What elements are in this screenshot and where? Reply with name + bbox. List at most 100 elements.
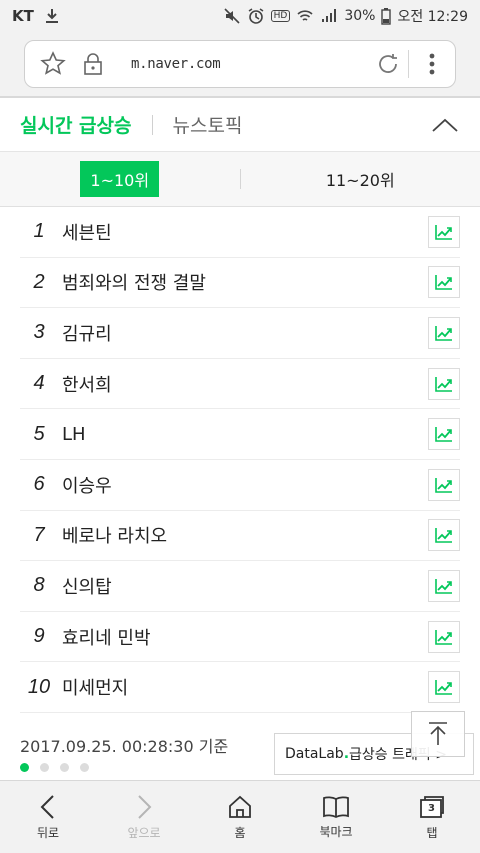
nav-home[interactable]: 홈 — [192, 781, 288, 853]
trend-chart-button[interactable] — [428, 468, 460, 501]
rank-row[interactable]: 4 한서희 — [20, 359, 460, 410]
topic-header: 실시간 급상승 뉴스토픽 — [0, 98, 480, 152]
tab-realtime-rising[interactable]: 실시간 급상승 — [20, 111, 132, 138]
trend-chart-button[interactable] — [428, 671, 460, 704]
nav-home-label: 홈 — [234, 825, 246, 840]
trend-chart-button[interactable] — [428, 519, 460, 552]
rank-row[interactable]: 1 세븐틴 — [20, 207, 460, 258]
rank-row[interactable]: 5 LH — [20, 409, 460, 460]
trend-chart-button[interactable] — [428, 316, 460, 349]
trend-chart-icon — [435, 325, 452, 341]
alarm-icon — [247, 7, 265, 25]
rank-number: 10 — [27, 675, 51, 698]
rank-row[interactable]: 7 베로나 라치오 — [20, 511, 460, 562]
hd-icon: HD — [270, 10, 291, 22]
page-dot[interactable] — [40, 763, 49, 772]
rank-number: 5 — [33, 422, 45, 445]
timestamp: 2017.09.25. 00:28:30 기준 — [20, 737, 229, 756]
tab-rank-11-20-label: 11~20위 — [325, 171, 395, 190]
bookmark-star-icon[interactable] — [33, 44, 73, 84]
trend-chart-button[interactable] — [428, 266, 460, 299]
scroll-to-top-button[interactable] — [411, 711, 465, 757]
rank-number: 2 — [33, 270, 45, 293]
trend-chart-button[interactable] — [428, 569, 460, 602]
tab-count: 3 — [428, 802, 435, 814]
datalab-brand: DataLab — [285, 746, 344, 762]
tabs-icon: 3 — [418, 794, 446, 820]
tab-rank-1-10-label: 1~10위 — [80, 161, 160, 197]
home-icon — [227, 794, 253, 820]
carrier-label: KT — [12, 7, 34, 25]
rank-row[interactable]: 8 신의탑 — [20, 561, 460, 612]
rank-keyword[interactable]: 한서희 — [58, 371, 428, 397]
status-bar: KT HD 30% 오전 12:29 — [0, 0, 480, 32]
nav-tabs[interactable]: 3 탭 — [384, 781, 480, 853]
bottom-nav: 뒤로 앞으로 홈 북마크 3 탭 — [0, 780, 480, 853]
trend-chart-icon — [435, 578, 452, 594]
arrow-up-icon — [426, 721, 450, 747]
reload-icon[interactable] — [368, 44, 408, 84]
nav-forward-label: 앞으로 — [127, 825, 161, 840]
page-dot[interactable] — [80, 763, 89, 772]
rank-number: 6 — [33, 473, 45, 496]
clock: 오전 12:29 — [397, 9, 468, 25]
rank-keyword[interactable]: 이승우 — [58, 472, 428, 498]
page-dot[interactable] — [60, 763, 69, 772]
rank-keyword[interactable]: 범죄와의 전쟁 결말 — [58, 269, 428, 295]
nav-back[interactable]: 뒤로 — [0, 781, 96, 853]
rank-keyword[interactable]: 베로나 라치오 — [58, 522, 428, 548]
wifi-icon — [296, 7, 314, 25]
trend-chart-icon — [435, 629, 452, 645]
browser-toolbar: m.naver.com — [0, 32, 480, 96]
download-icon — [44, 8, 60, 24]
rank-row[interactable]: 2 범죄와의 전쟁 결말 — [20, 258, 460, 309]
rank-row[interactable]: 3 김규리 — [20, 308, 460, 359]
rank-keyword[interactable]: 김규리 — [58, 320, 428, 346]
chevron-up-icon[interactable] — [430, 110, 460, 140]
trend-chart-button[interactable] — [428, 215, 460, 248]
tab-rank-1-10[interactable]: 1~10위 — [0, 161, 240, 197]
lock-icon — [73, 44, 113, 84]
trend-chart-button[interactable] — [428, 367, 460, 400]
trend-chart-icon — [435, 477, 452, 493]
nav-tabs-label: 탭 — [426, 825, 438, 840]
tab-news-topic[interactable]: 뉴스토픽 — [173, 111, 243, 138]
book-icon — [322, 795, 350, 819]
nav-bookmarks-label: 북마크 — [319, 824, 353, 839]
more-menu-icon[interactable] — [409, 44, 455, 84]
rank-row[interactable]: 9 효리네 민박 — [20, 612, 460, 663]
nav-back-label: 뒤로 — [36, 825, 60, 840]
trend-chart-icon — [435, 275, 452, 291]
rank-number: 9 — [33, 625, 45, 648]
page-dot[interactable] — [20, 763, 29, 772]
trend-chart-icon — [435, 528, 452, 544]
trend-chart-icon — [435, 427, 452, 442]
address-bar[interactable]: m.naver.com — [24, 40, 456, 88]
rank-number: 4 — [33, 372, 45, 395]
chevron-left-icon — [38, 794, 58, 820]
rank-number: 7 — [33, 523, 45, 546]
signal-icon — [320, 8, 338, 24]
topic-divider — [151, 114, 153, 135]
rank-keyword[interactable]: LH — [58, 424, 428, 445]
trend-chart-icon — [435, 680, 452, 695]
rank-keyword[interactable]: 신의탑 — [58, 573, 428, 599]
nav-forward[interactable]: 앞으로 — [96, 781, 192, 853]
url-text[interactable]: m.naver.com — [113, 56, 368, 72]
trend-chart-icon — [435, 224, 452, 240]
rank-keyword[interactable]: 효리네 민박 — [58, 624, 428, 650]
rank-row[interactable]: 6 이승우 — [20, 460, 460, 511]
trend-chart-button[interactable] — [428, 418, 460, 451]
chevron-right-icon — [134, 794, 154, 820]
battery-percent: 30% — [344, 8, 376, 24]
rank-keyword[interactable]: 세븐틴 — [58, 219, 428, 245]
range-tabs: 1~10위 11~20위 — [0, 152, 480, 207]
page-indicator — [20, 763, 89, 772]
nav-bookmarks[interactable]: 북마크 — [288, 781, 384, 853]
rank-number: 1 — [33, 220, 45, 243]
tab-rank-11-20[interactable]: 11~20위 — [241, 167, 480, 191]
rank-keyword[interactable]: 미세먼지 — [58, 674, 428, 700]
rank-number: 8 — [33, 574, 45, 597]
rank-row[interactable]: 10 미세먼지 — [20, 662, 460, 713]
trend-chart-button[interactable] — [428, 620, 460, 653]
